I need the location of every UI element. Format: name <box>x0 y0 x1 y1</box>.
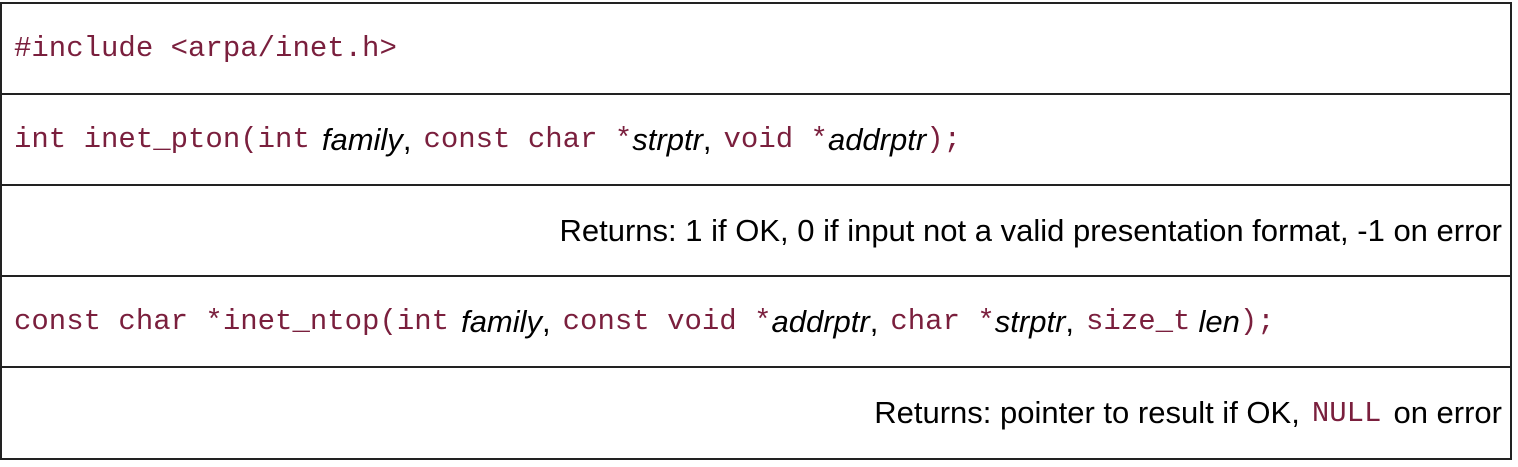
inet-pton-arg-strptr: strptr <box>632 121 703 157</box>
inet-pton-type-strptr: const char * <box>423 123 633 156</box>
include-row: #include <arpa/inet.h> <box>2 4 1510 93</box>
inet-pton-signature-row: int inet_pton(int family, const char * strp… <box>2 93 1510 184</box>
inet-ntop-arg-len: len <box>1198 303 1240 339</box>
inet-ntop-returns-prefix: Returns: pointer to result if OK, <box>874 395 1300 430</box>
comma: , <box>1065 303 1075 339</box>
function-prototype-box: #include <arpa/inet.h> int inet_pton(int… <box>0 2 1512 460</box>
comma: , <box>702 121 712 157</box>
inet-ntop-arg-strptr: strptr <box>994 303 1066 339</box>
inet-pton-returns-row: Returns: 1 if OK, 0 if input not a valid… <box>2 184 1510 275</box>
inet-ntop-arg-family: family <box>461 303 543 339</box>
inet-pton-type-addrptr: void * <box>723 123 828 156</box>
inet-ntop-signature-row: const char *inet_ntop(int family, const vo… <box>2 275 1510 366</box>
comma: , <box>542 303 551 339</box>
inet-ntop-arg-addrptr: addrptr <box>771 303 870 339</box>
inet-ntop-type-len: size_t <box>1086 305 1191 338</box>
comma: , <box>869 303 879 339</box>
inet-ntop-returns-row: Returns: pointer to result if OK, NULL on … <box>2 366 1510 458</box>
inet-pton-prefix: int inet_pton(int <box>14 123 310 156</box>
inet-pton-arg-family: family <box>321 121 403 157</box>
inet-pton-returns-text: Returns: 1 if OK, 0 if input not a valid… <box>559 212 1502 248</box>
null-constant: NULL <box>1311 396 1382 430</box>
include-directive: #include <arpa/inet.h> <box>14 32 397 65</box>
inet-pton-arg-addrptr: addrptr <box>827 121 927 157</box>
comma: , <box>402 121 412 157</box>
inet-ntop-returns-suffix: on error <box>1393 395 1502 430</box>
inet-ntop-prefix: const char *inet_ntop(int <box>14 305 450 338</box>
inet-ntop-suffix: ); <box>1239 305 1275 338</box>
inet-pton-suffix: ); <box>926 123 961 156</box>
inet-ntop-type-strptr: char * <box>890 305 995 338</box>
inet-ntop-type-addrptr: const void * <box>562 305 772 338</box>
